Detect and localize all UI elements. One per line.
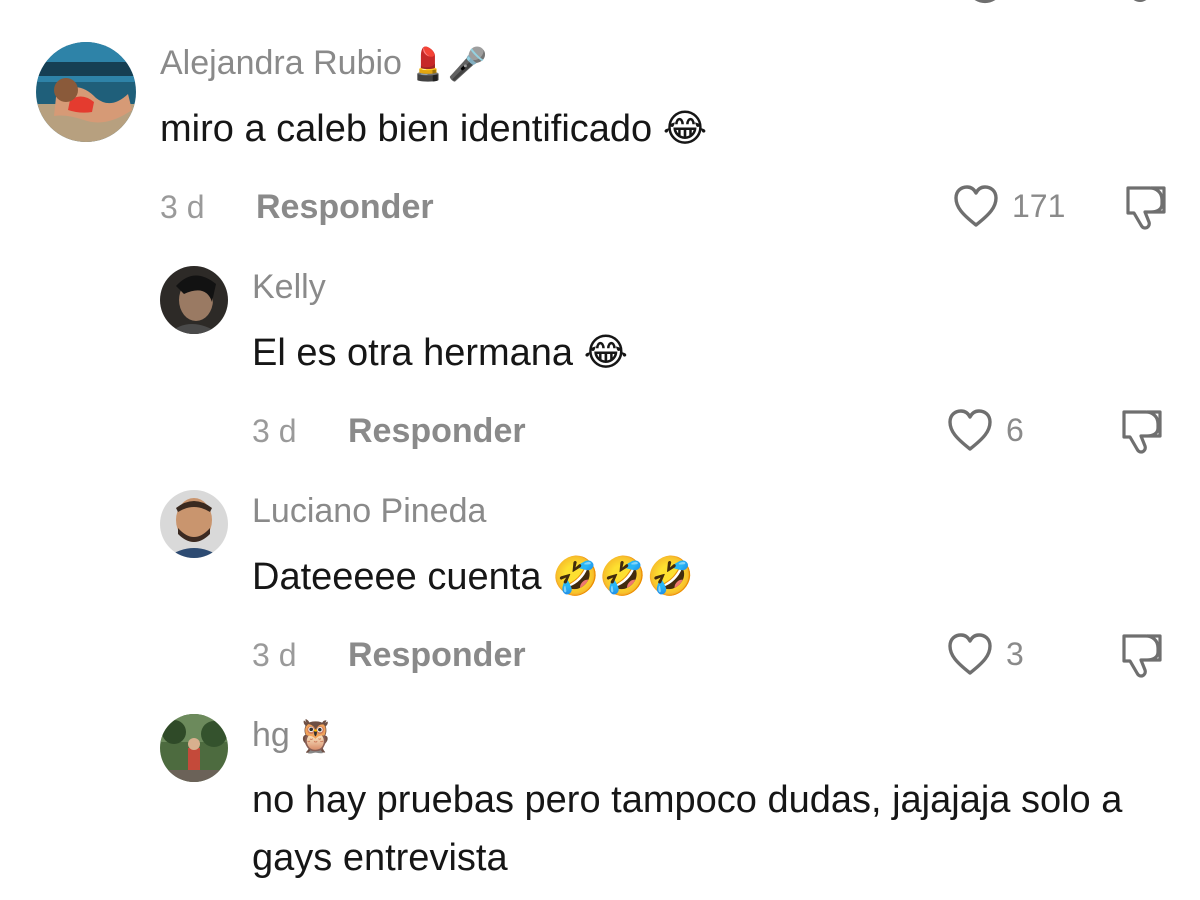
heart-outline-icon bbox=[948, 409, 992, 451]
avatar[interactable] bbox=[160, 714, 228, 782]
reply-button[interactable]: Responder bbox=[348, 636, 526, 675]
dislike-button[interactable] bbox=[1120, 182, 1172, 237]
dislike-button[interactable] bbox=[1116, 406, 1168, 461]
reply-button[interactable]: Responder bbox=[348, 412, 526, 451]
owl-badge: 🦉 bbox=[295, 716, 336, 755]
avatar-image bbox=[36, 42, 136, 142]
comment-username[interactable]: hg 🦉 bbox=[252, 716, 336, 755]
username-badges: 💄🎤 bbox=[407, 44, 488, 83]
avatar-image bbox=[160, 490, 228, 558]
previous-comment-fragment bbox=[0, 0, 1200, 8]
comment-username[interactable]: Alejandra Rubio 💄🎤 bbox=[160, 44, 488, 83]
comment-age: 3 d bbox=[252, 636, 297, 673]
comment-username[interactable]: Luciano Pineda bbox=[252, 492, 486, 531]
comment-age: 3 d bbox=[160, 188, 205, 225]
username-label: Luciano Pineda bbox=[252, 492, 487, 530]
avatar-image bbox=[160, 266, 228, 334]
avatar[interactable] bbox=[160, 490, 228, 558]
username-label: Kelly bbox=[252, 268, 326, 306]
thumbs-down-outline-icon bbox=[1122, 410, 1162, 454]
username-label: Alejandra Rubio bbox=[160, 44, 402, 82]
comment-age: 3 d bbox=[252, 412, 297, 449]
avatar[interactable] bbox=[36, 42, 136, 142]
comment-body: Dateeeee cuenta bbox=[252, 556, 542, 598]
thumbs-down-outline-icon bbox=[1122, 634, 1162, 678]
avatar[interactable] bbox=[160, 266, 228, 334]
heart-outline-icon bbox=[954, 185, 998, 227]
like-count: 171 bbox=[1012, 187, 1066, 224]
heart-outline-icon bbox=[948, 633, 992, 675]
like-button[interactable]: 171 bbox=[952, 184, 1065, 228]
laughing-emoji: 😂 bbox=[662, 106, 708, 150]
like-button[interactable]: 6 bbox=[946, 408, 1024, 452]
comment-username[interactable]: Kelly bbox=[252, 268, 326, 307]
comment-text: no hay pruebas pero tampoco dudas, jajaj… bbox=[252, 771, 1192, 887]
laughing-emoji: 😂 bbox=[583, 330, 629, 374]
comment-body: miro a caleb bien identificado bbox=[160, 108, 653, 150]
username-label: hg bbox=[252, 716, 290, 754]
comment-text: El es otra hermana 😂 bbox=[252, 323, 1192, 382]
comment-body: El es otra hermana bbox=[252, 332, 574, 374]
avatar-image bbox=[160, 714, 228, 782]
like-button[interactable]: 3 bbox=[946, 632, 1024, 676]
comment-text: Dateeeee cuenta 🤣🤣🤣 bbox=[252, 547, 1192, 606]
rolling-laughing-emoji: 🤣🤣🤣 bbox=[552, 554, 694, 598]
reply-button[interactable]: Responder bbox=[256, 188, 434, 227]
comment-actions: 3 d Responder bbox=[252, 630, 526, 680]
comment-actions: 3 d Responder bbox=[160, 182, 434, 232]
like-count: 6 bbox=[1006, 411, 1024, 448]
comment-actions: 3 d Responder bbox=[252, 406, 526, 456]
like-count: 3 bbox=[1006, 635, 1024, 672]
comment-body: no hay pruebas pero tampoco dudas, jajaj… bbox=[252, 779, 1123, 879]
cropped-icons-fragment bbox=[974, 0, 1147, 3]
thumbs-down-outline-icon bbox=[1126, 186, 1166, 230]
dislike-button[interactable] bbox=[1116, 630, 1168, 685]
comment-text: miro a caleb bien identificado 😂 bbox=[160, 99, 1100, 158]
